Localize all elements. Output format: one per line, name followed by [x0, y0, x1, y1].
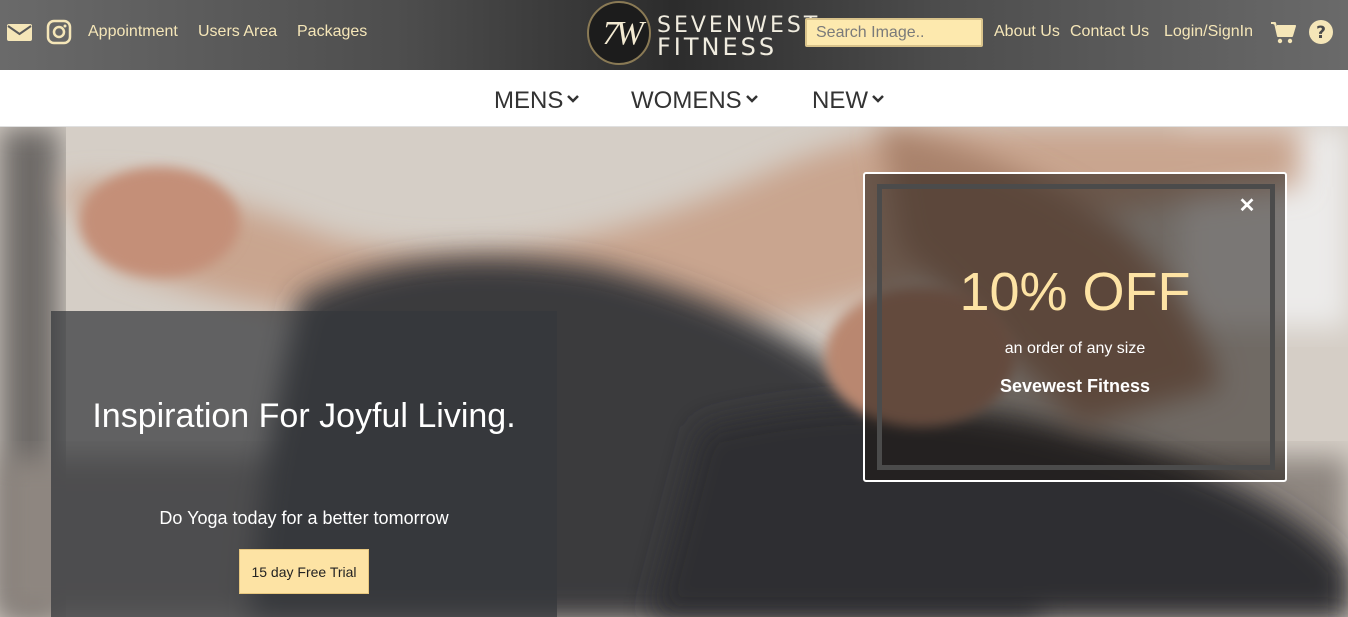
- chevron-down-icon: [872, 94, 884, 103]
- search-input[interactable]: [805, 18, 983, 47]
- promo-brand: Sevewest Fitness: [999, 376, 1151, 396]
- promo-inner-frame: [877, 184, 1275, 470]
- hero-text-panel: Inspiration For Joyful Living. Do Yoga t…: [51, 311, 557, 617]
- svg-text:?: ?: [1316, 23, 1326, 43]
- top-bar: Appointment Users Area Packages 7W SEVEN…: [0, 0, 1348, 70]
- chevron-down-icon: [745, 94, 758, 103]
- login-signin-link[interactable]: Login/SignIn: [1164, 23, 1253, 41]
- appointment-link[interactable]: Appointment: [88, 23, 178, 41]
- promo-discount: 10% OFF: [959, 262, 1191, 322]
- cart-icon[interactable]: [1270, 19, 1296, 45]
- logo[interactable]: 7W SEVENWEST FITNESS: [585, 0, 817, 66]
- mail-icon[interactable]: [6, 19, 32, 45]
- instagram-icon[interactable]: [46, 19, 72, 45]
- free-trial-button[interactable]: 15 day Free Trial: [239, 549, 369, 594]
- close-icon[interactable]: ✕: [1235, 194, 1259, 218]
- promo-popup: ✕ 10% OFF an order of any size Sevewest …: [863, 172, 1287, 482]
- about-us-link[interactable]: About Us: [994, 23, 1060, 41]
- hero-title: Inspiration For Joyful Living.: [92, 397, 516, 435]
- nav-mens-label: MENS: [494, 87, 564, 114]
- logo-emblem: 7W: [587, 1, 651, 65]
- main-nav: MENS WOMENS NEW: [0, 70, 1348, 127]
- help-icon[interactable]: ?: [1308, 19, 1334, 45]
- logo-text-bottom: FITNESS: [657, 33, 778, 61]
- promo-subtitle: an order of any size: [1004, 340, 1146, 357]
- hero-subtitle: Do Yoga today for a better tomorrow: [159, 508, 449, 528]
- contact-us-link[interactable]: Contact Us: [1070, 23, 1149, 41]
- nav-mens[interactable]: MENS: [494, 87, 580, 115]
- packages-link[interactable]: Packages: [297, 23, 367, 41]
- nav-womens[interactable]: WOMENS: [631, 87, 758, 115]
- logo-monogram: 7W: [602, 15, 643, 52]
- users-area-link[interactable]: Users Area: [198, 23, 277, 41]
- nav-new[interactable]: NEW: [812, 87, 884, 115]
- nav-womens-label: WOMENS: [631, 87, 742, 114]
- chevron-down-icon: [567, 94, 580, 103]
- hero-banner: Inspiration For Joyful Living. Do Yoga t…: [0, 127, 1348, 617]
- nav-new-label: NEW: [812, 87, 868, 114]
